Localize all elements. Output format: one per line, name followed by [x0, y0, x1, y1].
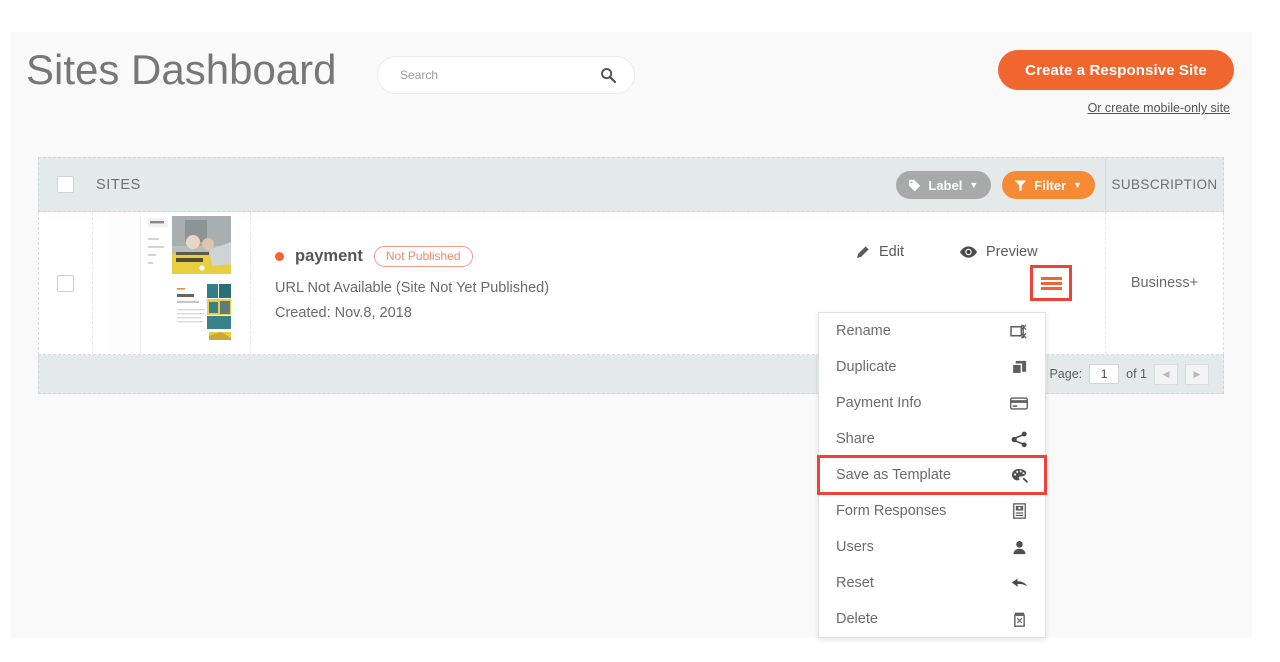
- row-context-menu: Rename Duplicate Payment Info Share Save…: [817, 312, 1047, 638]
- funnel-icon: [1014, 179, 1027, 192]
- menu-item-label: Rename: [836, 323, 891, 339]
- row-select-cell: [39, 212, 93, 354]
- filter-button[interactable]: Filter ▼: [1002, 171, 1095, 199]
- status-dot-icon: [275, 251, 284, 261]
- rename-icon: [1009, 321, 1029, 341]
- duplicate-icon: [1009, 357, 1029, 377]
- menu-item-users[interactable]: Users: [819, 529, 1045, 565]
- credit-card-icon: [1009, 393, 1029, 413]
- status-badge: Not Published: [373, 245, 473, 267]
- site-thumbnail[interactable]: [108, 212, 235, 354]
- menu-item-label: Share: [836, 431, 875, 447]
- preview-button[interactable]: Preview: [960, 244, 1038, 260]
- subscription-cell: Business+: [1105, 212, 1223, 354]
- menu-item-label: Duplicate: [836, 359, 897, 375]
- menu-item-label: Delete: [836, 611, 878, 627]
- label-filter-button[interactable]: Label ▼: [896, 171, 992, 199]
- menu-item-label: Payment Info: [836, 395, 922, 411]
- row-checkbox[interactable]: [57, 274, 74, 292]
- site-created-date: Created: Nov.8, 2018: [275, 304, 412, 321]
- filter-button-text: Filter: [1034, 177, 1067, 193]
- user-icon: [1009, 537, 1029, 557]
- search-input[interactable]: [400, 68, 590, 82]
- label-button-text: Label: [928, 177, 963, 193]
- column-header-subscription: SUBSCRIPTION: [1105, 158, 1223, 211]
- menu-item-save-as-template[interactable]: Save as Template: [817, 455, 1047, 495]
- hamburger-menu-icon: [1040, 275, 1062, 292]
- row-menu-button[interactable]: [1030, 265, 1072, 301]
- edit-label: Edit: [879, 244, 904, 260]
- menu-item-payment-info[interactable]: Payment Info: [819, 385, 1045, 421]
- table-header-controls: Label ▼ Filter ▼: [896, 171, 1095, 199]
- chevron-down-icon: ▼: [1073, 179, 1082, 190]
- table-row: payment Not Published URL Not Available …: [38, 212, 1224, 355]
- site-info-cell: payment Not Published URL Not Available …: [251, 245, 815, 321]
- page-of-label: of 1: [1126, 367, 1147, 381]
- page-label: Page:: [1049, 367, 1083, 381]
- create-mobile-only-site-link[interactable]: Or create mobile-only site: [974, 101, 1230, 115]
- chevron-down-icon: ▼: [969, 179, 979, 190]
- create-site-area: Create a Responsive Site Or create mobil…: [974, 50, 1234, 115]
- preview-label: Preview: [986, 244, 1038, 260]
- site-title-line: payment Not Published: [275, 245, 815, 267]
- menu-item-form-responses[interactable]: Form Responses: [819, 493, 1045, 529]
- menu-item-label: Save as Template: [836, 467, 951, 483]
- page-header: Sites Dashboard Create a Responsive Site…: [10, 32, 1252, 140]
- site-name[interactable]: payment: [295, 247, 363, 266]
- menu-item-label: Form Responses: [836, 503, 947, 519]
- menu-item-reset[interactable]: Reset: [819, 565, 1045, 601]
- tag-icon: [908, 179, 921, 192]
- trash-icon: [1009, 609, 1029, 629]
- share-icon: [1009, 429, 1029, 449]
- menu-item-rename[interactable]: Rename: [819, 313, 1045, 349]
- column-header-sites: SITES: [96, 176, 141, 193]
- palette-icon: [1009, 465, 1029, 485]
- prev-page-button[interactable]: ◀: [1154, 363, 1178, 385]
- menu-item-label: Reset: [836, 575, 874, 591]
- menu-item-duplicate[interactable]: Duplicate: [819, 349, 1045, 385]
- select-all-checkbox[interactable]: [57, 176, 74, 193]
- edit-button[interactable]: Edit: [855, 244, 904, 260]
- table-header-row: SITES Label ▼ Filter ▼ SUBSCRIPTION: [38, 157, 1224, 212]
- site-url: URL Not Available (Site Not Yet Publishe…: [275, 279, 550, 296]
- dashboard-page: Sites Dashboard Create a Responsive Site…: [10, 32, 1252, 638]
- sites-table: SITES Label ▼ Filter ▼ SUBSCRIPTION paym…: [38, 157, 1224, 394]
- eye-icon: [960, 246, 977, 258]
- next-page-button[interactable]: ▶: [1185, 363, 1209, 385]
- pencil-icon: [855, 245, 870, 260]
- menu-item-share[interactable]: Share: [819, 421, 1045, 457]
- form-icon: [1009, 501, 1029, 521]
- site-thumbnail-cell: [93, 212, 251, 354]
- table-footer: Page: of 1 ◀ ▶: [38, 355, 1224, 394]
- page-title: Sites Dashboard: [26, 46, 337, 93]
- create-responsive-site-button[interactable]: Create a Responsive Site: [998, 50, 1234, 90]
- undo-arrow-icon: [1009, 573, 1029, 593]
- menu-item-label: Users: [836, 539, 874, 555]
- search-icon[interactable]: [600, 67, 616, 83]
- page-number-input[interactable]: [1089, 364, 1120, 384]
- menu-item-delete[interactable]: Delete: [819, 601, 1045, 637]
- search-box[interactable]: [377, 56, 635, 94]
